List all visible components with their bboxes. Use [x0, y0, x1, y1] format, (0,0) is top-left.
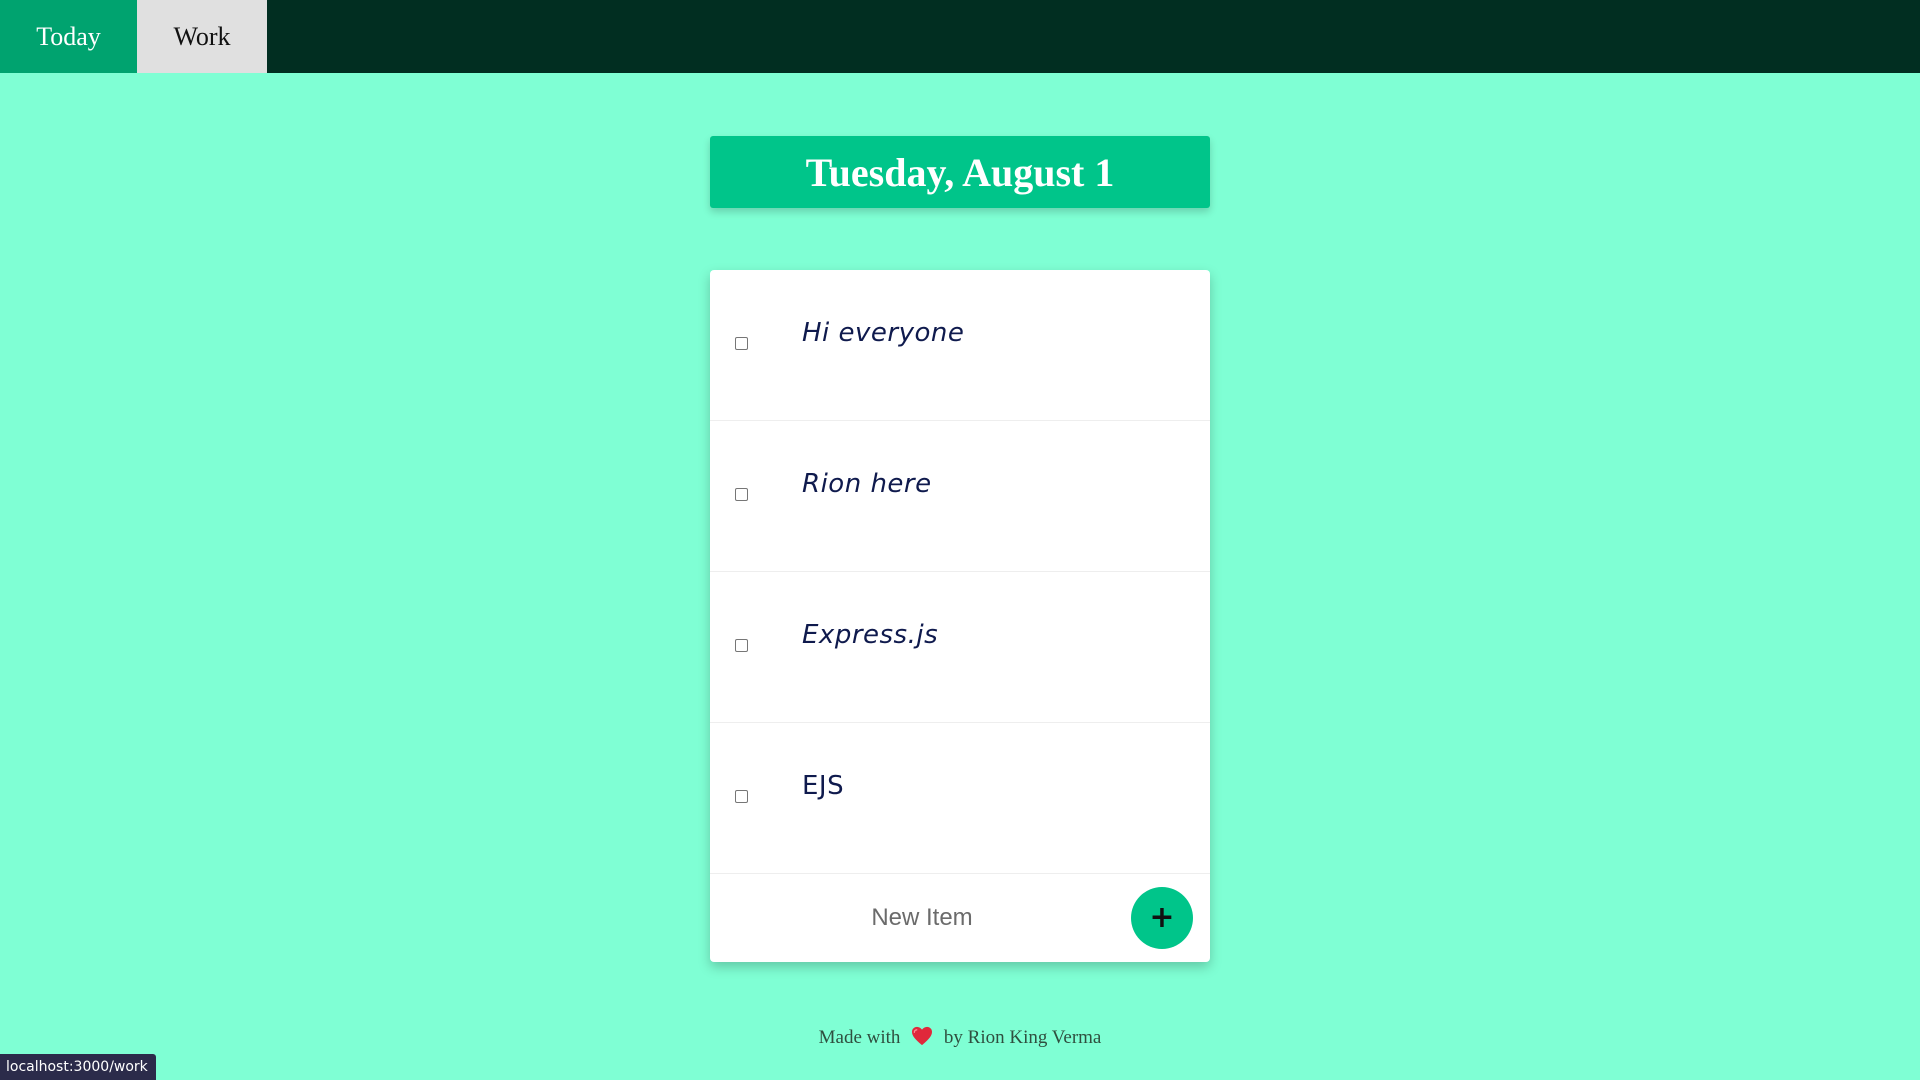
footer: Made with by Rion King Verma	[0, 1026, 1920, 1049]
add-item-button[interactable]: +	[1131, 887, 1193, 949]
nav-tab-work[interactable]: Work	[137, 0, 267, 73]
new-item-input[interactable]	[790, 888, 1054, 948]
footer-prefix: Made with	[818, 1027, 901, 1048]
item-text: Hi everyone	[802, 318, 965, 348]
item-checkbox[interactable]	[735, 337, 748, 350]
link-status-bar: localhost:3000/work	[0, 1054, 156, 1080]
item-text: Express.js	[802, 620, 939, 650]
item-checkbox[interactable]	[735, 639, 748, 652]
list-item: Hi everyone	[710, 270, 1210, 421]
new-item-form: +	[710, 874, 1210, 961]
item-text: Rion here	[802, 469, 932, 499]
plus-icon: +	[1149, 900, 1175, 935]
date-header: Tuesday, August 1	[710, 136, 1210, 208]
list-item: Express.js	[710, 572, 1210, 723]
list-item: EJS	[710, 723, 1210, 874]
nav-tab-today[interactable]: Today	[0, 0, 137, 73]
footer-suffix: by Rion King Verma	[943, 1027, 1102, 1048]
item-checkbox[interactable]	[735, 488, 748, 501]
item-text: EJS	[802, 771, 845, 801]
list-item: Rion here	[710, 421, 1210, 572]
date-title: Tuesday, August 1	[805, 149, 1115, 195]
top-navbar: Today Work	[0, 0, 1920, 73]
item-checkbox[interactable]	[735, 790, 748, 803]
todo-list: Hi everyone Rion here Express.js EJS +	[710, 270, 1210, 962]
heart-icon	[912, 1026, 933, 1046]
